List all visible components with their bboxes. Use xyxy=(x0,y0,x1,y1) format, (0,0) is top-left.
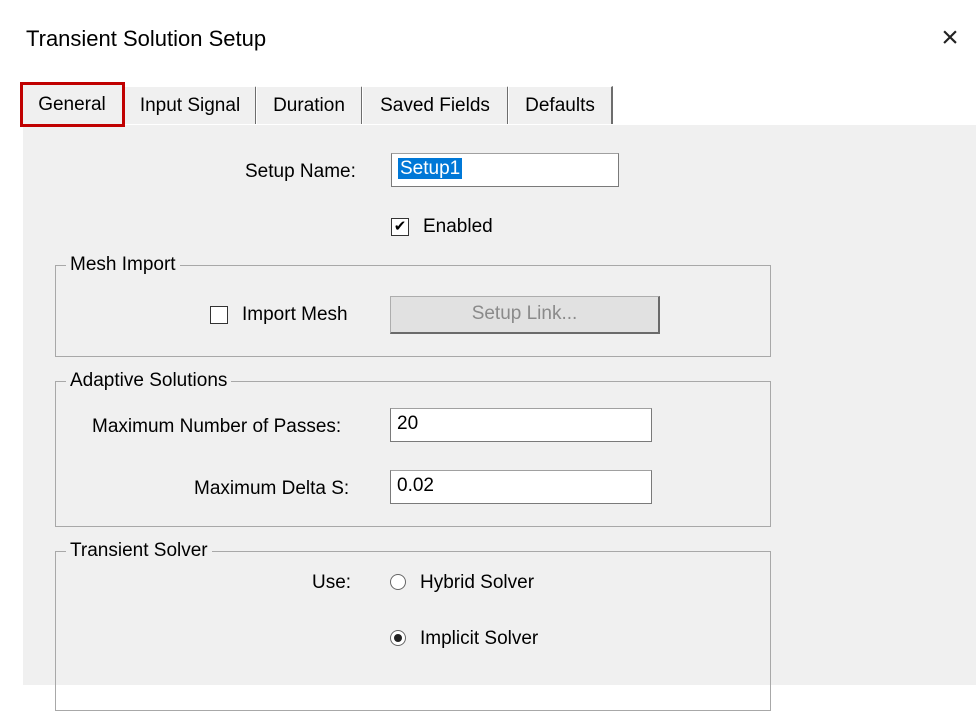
enabled-label: Enabled xyxy=(423,216,493,237)
setup-link-button[interactable]: Setup Link... xyxy=(390,296,660,334)
adaptive-solutions-group: Adaptive Solutions Maximum Number of Pas… xyxy=(55,370,771,527)
setup-link-label: Setup Link... xyxy=(471,303,578,324)
tab-saved-fields[interactable]: Saved Fields xyxy=(362,86,509,125)
tab-label: Duration xyxy=(273,95,345,116)
tab-label: Defaults xyxy=(525,95,595,116)
tab-input-signal[interactable]: Input Signal xyxy=(124,86,257,125)
tab-label: Saved Fields xyxy=(380,95,490,116)
setup-name-label: Setup Name: xyxy=(245,161,356,182)
enabled-checkbox[interactable]: ✔ xyxy=(391,218,409,236)
tab-duration[interactable]: Duration xyxy=(256,86,363,125)
setup-name-value: Setup1 xyxy=(398,158,463,179)
title-bar: Transient Solution Setup × xyxy=(0,0,976,80)
setup-name-input[interactable]: Setup1 xyxy=(391,153,619,187)
tab-general[interactable]: General xyxy=(20,82,125,127)
tab-label: Input Signal xyxy=(139,95,241,116)
hybrid-solver-label: Hybrid Solver xyxy=(420,572,535,593)
max-passes-input[interactable]: 20 xyxy=(390,408,652,442)
import-mesh-checkbox[interactable] xyxy=(210,306,228,324)
import-mesh-label: Import Mesh xyxy=(242,304,348,325)
implicit-solver-label: Implicit Solver xyxy=(420,628,539,649)
tab-label: General xyxy=(38,94,106,115)
max-delta-input[interactable]: 0.02 xyxy=(390,470,652,504)
adaptive-solutions-group-title: Adaptive Solutions xyxy=(66,370,232,392)
use-label: Use: xyxy=(312,572,352,593)
radio-selected-dot xyxy=(394,634,402,642)
tab-defaults[interactable]: Defaults xyxy=(508,86,613,125)
transient-solver-group-title: Transient Solver xyxy=(66,540,212,562)
implicit-solver-radio[interactable] xyxy=(390,630,406,646)
max-delta-value: 0.02 xyxy=(397,475,434,496)
close-button[interactable]: × xyxy=(932,20,968,56)
hybrid-solver-radio[interactable] xyxy=(390,574,406,590)
close-icon: × xyxy=(941,21,959,54)
mesh-import-group: Mesh Import Import Mesh Setup Link... xyxy=(55,254,771,357)
tab-strip: General Input Signal Duration Saved Fiel… xyxy=(20,82,960,127)
window-title: Transient Solution Setup xyxy=(26,26,267,51)
check-icon: ✔ xyxy=(393,218,407,235)
max-passes-value: 20 xyxy=(397,413,419,434)
transient-solver-group: Transient Solver Use: Hybrid Solver Impl… xyxy=(55,540,771,711)
max-passes-label: Maximum Number of Passes: xyxy=(92,416,342,437)
mesh-import-group-title: Mesh Import xyxy=(66,254,180,276)
max-delta-label: Maximum Delta S: xyxy=(194,478,350,499)
general-tab-panel: Setup Name: Setup1 ✔ Enabled Mesh Import… xyxy=(22,124,976,711)
